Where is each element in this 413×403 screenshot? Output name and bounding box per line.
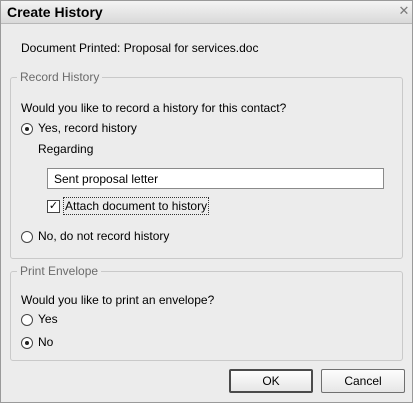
envelope-no-radio[interactable]: [21, 337, 33, 349]
print-envelope-group: Print Envelope: [10, 264, 403, 361]
envelope-no-label[interactable]: No: [38, 335, 53, 349]
record-history-legend: Record History: [17, 70, 103, 84]
attach-document-label[interactable]: Attach document to history: [62, 197, 210, 215]
yes-record-history-label[interactable]: Yes, record history: [38, 121, 137, 135]
envelope-yes-radio[interactable]: [21, 314, 33, 326]
document-printed-text: Document Printed: Proposal for services.…: [21, 41, 259, 55]
ok-button[interactable]: OK: [229, 369, 313, 393]
regarding-label: Regarding: [38, 142, 94, 156]
no-record-history-label[interactable]: No, do not record history: [38, 229, 169, 243]
yes-record-history-radio[interactable]: [21, 123, 33, 135]
no-record-history-radio[interactable]: [21, 231, 33, 243]
envelope-yes-label[interactable]: Yes: [38, 312, 58, 326]
title-bar[interactable]: Create History ✕: [1, 1, 412, 24]
record-history-question: Would you like to record a history for t…: [21, 101, 287, 115]
close-icon[interactable]: ✕: [396, 3, 412, 19]
attach-document-checkbox[interactable]: ✓: [47, 200, 60, 213]
regarding-input[interactable]: [47, 168, 384, 189]
print-envelope-question: Would you like to print an envelope?: [21, 293, 215, 307]
cancel-button[interactable]: Cancel: [321, 369, 405, 393]
create-history-dialog: Create History ✕ Document Printed: Propo…: [0, 0, 413, 403]
print-envelope-legend: Print Envelope: [17, 264, 102, 278]
dialog-title: Create History: [7, 4, 103, 20]
